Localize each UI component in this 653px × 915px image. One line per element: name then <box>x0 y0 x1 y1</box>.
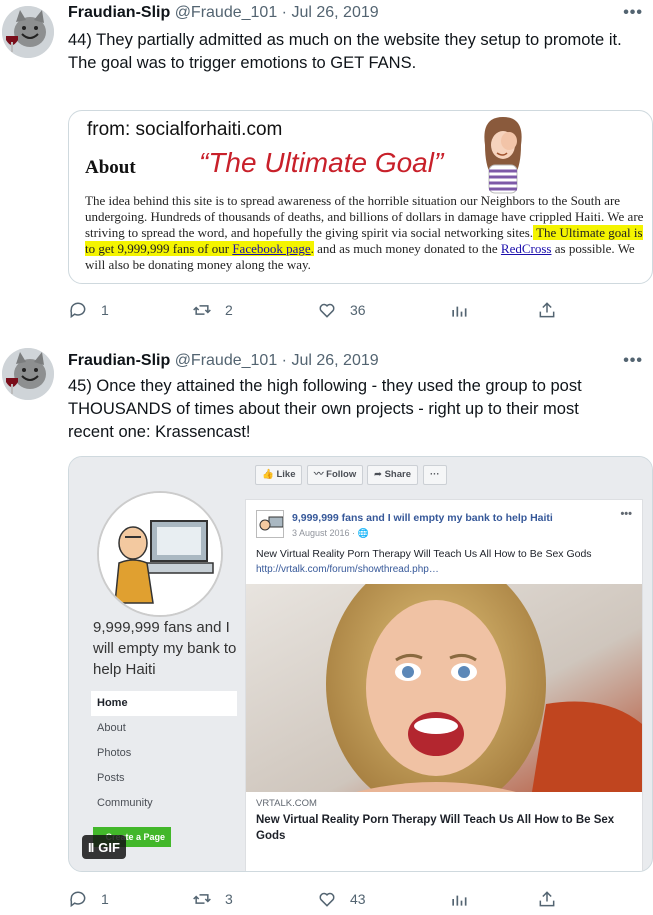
retweet-icon <box>193 894 211 904</box>
like-count: 43 <box>350 891 366 907</box>
tweet-44[interactable]: Fraudian-Slip @Fraude_101 · Jul 26, 2019… <box>0 0 653 330</box>
gif-label: GIF <box>98 839 120 855</box>
nav-about[interactable]: About <box>91 716 237 741</box>
avatar[interactable] <box>2 6 54 58</box>
pause-icon[interactable]: II <box>88 840 94 855</box>
page-name: 9,999,999 fans and I will empty my bank … <box>93 619 237 678</box>
nav-photos[interactable]: Photos <box>91 741 237 766</box>
analytics-icon <box>452 895 467 906</box>
more-options-button[interactable]: ••• <box>623 4 643 22</box>
post-url-link[interactable]: http://vrtalk.com/forum/showthread.php… <box>256 564 439 575</box>
share-button[interactable] <box>537 889 557 909</box>
avatar[interactable] <box>2 348 54 400</box>
image-heading-about: About <box>85 157 136 178</box>
tweet-header: Fraudian-Slip @Fraude_101 · Jul 26, 2019 <box>68 352 379 370</box>
heart-icon <box>319 303 335 318</box>
separator: · <box>281 352 287 369</box>
page-action-bar: 👍 Like 〰 Follow ➦ Share ··· <box>245 457 652 491</box>
share-icon <box>539 302 555 318</box>
post-page-avatar <box>256 510 284 538</box>
page-more-button[interactable]: ··· <box>423 465 447 485</box>
post-text: New Virtual Reality Porn Therapy Will Te… <box>256 548 592 560</box>
reply-icon <box>70 302 86 319</box>
gif-badge[interactable]: II GIF <box>82 835 126 859</box>
analytics-icon <box>452 306 467 317</box>
facebook-page-link[interactable]: Facebook page <box>232 241 311 256</box>
image-caption-from: from: socialforhaiti.com <box>87 119 283 140</box>
nav-posts[interactable]: Posts <box>91 766 237 791</box>
retweet-count: 3 <box>225 891 233 907</box>
tweet-date[interactable]: Jul 26, 2019 <box>291 352 378 369</box>
retweet-button[interactable]: 2 <box>192 300 233 320</box>
user-handle[interactable]: @Fraude_101 <box>175 352 278 369</box>
follow-page-button[interactable]: 〰 Follow <box>307 465 364 485</box>
like-button[interactable]: 43 <box>317 889 366 909</box>
facebook-post: 9,999,999 fans and I will empty my bank … <box>245 499 643 871</box>
reply-count: 1 <box>101 302 109 318</box>
more-options-button[interactable]: ••• <box>623 352 643 370</box>
post-page-name[interactable]: 9,999,999 fans and I will empty my bank … <box>292 512 553 524</box>
facebook-page-sidebar: 9,999,999 fans and I will empty my bank … <box>69 457 245 871</box>
redcross-link[interactable]: RedCross <box>501 241 552 256</box>
attached-gif[interactable]: 9,999,999 fans and I will empty my bank … <box>68 456 653 872</box>
post-more-icon[interactable]: ••• <box>620 508 632 520</box>
tweet-header: Fraudian-Slip @Fraude_101 · Jul 26, 2019 <box>68 4 379 22</box>
tweet-actions: 1 2 36 <box>68 300 568 324</box>
like-page-button[interactable]: 👍 Like <box>255 465 303 485</box>
retweet-button[interactable]: 3 <box>192 889 233 909</box>
about-text: and as much money donated to the <box>313 241 501 256</box>
heart-icon <box>319 892 335 907</box>
tweet-text-line: The goal was to trigger emotions to GET … <box>68 54 417 72</box>
tweet-actions: 1 3 43 <box>68 889 568 913</box>
display-name[interactable]: Fraudian-Slip <box>68 4 170 21</box>
retweet-count: 2 <box>225 302 233 318</box>
tweet-date[interactable]: Jul 26, 2019 <box>291 4 378 21</box>
user-handle[interactable]: @Fraude_101 <box>175 4 278 21</box>
reply-count: 1 <box>101 891 109 907</box>
link-domain: VRTALK.COM <box>256 798 317 809</box>
reply-icon <box>70 891 86 908</box>
share-icon <box>539 891 555 907</box>
analytics-button[interactable] <box>449 889 469 909</box>
post-date: 3 August 2016 · 🌐 <box>292 528 369 538</box>
link-title[interactable]: New Virtual Reality Porn Therapy Will Te… <box>256 812 636 844</box>
tweet-text-line: 44) They partially admitted as much on t… <box>68 31 622 49</box>
page-profile-picture <box>97 491 223 617</box>
share-page-button[interactable]: ➦ Share <box>367 465 419 485</box>
like-count: 36 <box>350 302 366 318</box>
retweet-icon <box>193 305 211 315</box>
page-nav: Home About Photos Posts Community <box>91 691 237 816</box>
reply-button[interactable]: 1 <box>68 300 109 320</box>
share-button[interactable] <box>537 300 557 320</box>
reply-button[interactable]: 1 <box>68 889 109 909</box>
tweet-text: 45) Once they attained the high followin… <box>68 377 582 441</box>
image-heading-goal: “The Ultimate Goal” <box>199 147 444 178</box>
separator: · <box>281 4 287 21</box>
about-paragraph: The idea behind this site is to spread a… <box>85 193 645 273</box>
facepalm-girl-icon <box>484 117 522 194</box>
nav-home[interactable]: Home <box>91 691 237 716</box>
tweet-45[interactable]: Fraudian-Slip @Fraude_101 · Jul 26, 2019… <box>0 340 653 915</box>
like-button[interactable]: 36 <box>317 300 366 320</box>
nav-community[interactable]: Community <box>91 791 237 816</box>
post-link-image[interactable] <box>246 584 642 792</box>
tweet-text: 44) They partially admitted as much on t… <box>68 29 643 75</box>
attached-image[interactable]: from: socialforhaiti.com About “The Ulti… <box>68 110 653 284</box>
analytics-button[interactable] <box>449 300 469 320</box>
display-name[interactable]: Fraudian-Slip <box>68 352 170 369</box>
